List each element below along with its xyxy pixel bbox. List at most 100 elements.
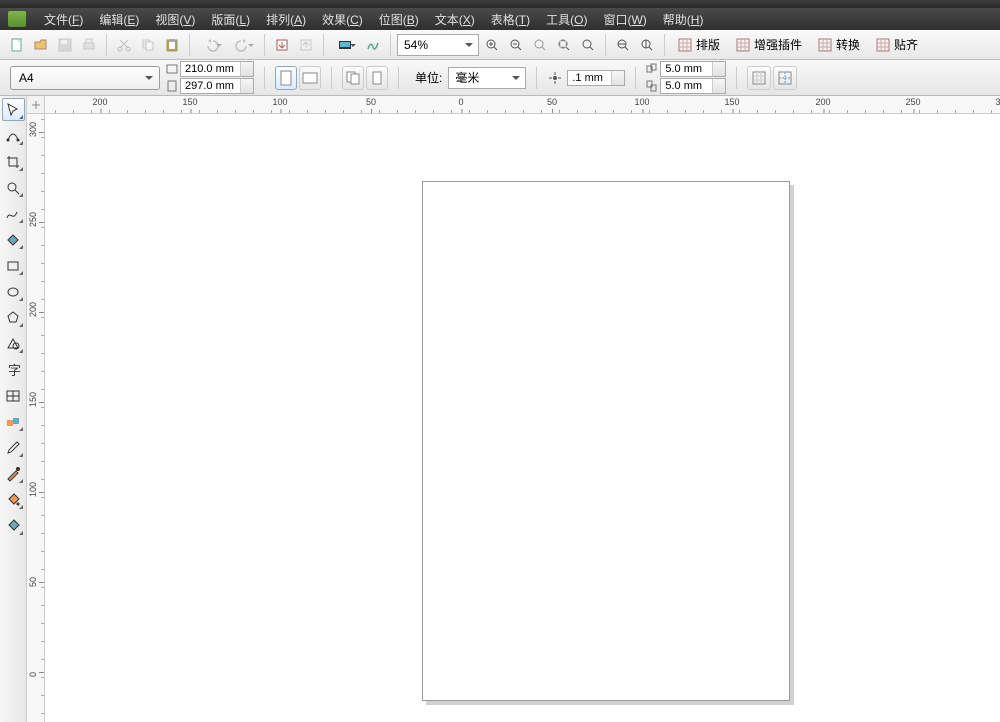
height-icon [166,80,178,92]
fill-tool[interactable] [2,488,25,511]
separator [536,67,537,89]
basic-shapes-tool[interactable] [2,332,25,355]
separator [106,34,107,56]
menu-l[interactable]: 版面(L) [203,9,258,30]
ellipse-tool[interactable] [2,280,25,303]
svg-text:字: 字 [8,363,21,378]
separator [189,34,190,56]
nudge-icon [547,70,563,86]
zoom-page-button[interactable] [577,34,599,56]
menu-h[interactable]: 帮助(H) [655,9,712,30]
apply-all-pages-button[interactable] [342,66,364,90]
menu-a[interactable]: 排列(A) [258,9,314,30]
toolbar-panel-1[interactable]: 增强插件 [729,34,809,56]
welcome-screen-button[interactable] [362,34,384,56]
separator [605,34,606,56]
copy-button [137,34,159,56]
zoom-level-combo[interactable]: 54% [397,34,479,56]
separator [398,67,399,89]
polygon-tool[interactable] [2,306,25,329]
rectangle-tool[interactable] [2,254,25,277]
menu-v[interactable]: 视图(V) [147,9,203,30]
paper-size-value: A4 [19,71,34,85]
menu-c[interactable]: 效果(C) [314,9,371,30]
cut-button [113,34,135,56]
portrait-button[interactable] [275,66,297,90]
zoom-out-button[interactable] [505,34,527,56]
separator [736,67,737,89]
page-dimensions: 210.0 mm 297.0 mm [166,61,254,94]
eyedropper-tool[interactable] [2,436,25,459]
units-value: 毫米 [455,69,479,86]
page [422,181,790,701]
zoom-selection-button[interactable] [529,34,551,56]
toolbar-panel-3[interactable]: 贴齐 [869,34,925,56]
separator [664,34,665,56]
toolbar-panel-2[interactable]: 转换 [811,34,867,56]
zoom-all-button[interactable] [553,34,575,56]
separator [331,67,332,89]
app-logo-icon [8,11,26,27]
table-tool[interactable] [2,384,25,407]
ruler-horizontal[interactable]: 20015010050050100150200250300 [45,96,1000,114]
zoom-tool[interactable] [2,176,25,199]
snap-to-grid-button[interactable] [747,66,771,90]
menu-x[interactable]: 文本(X) [427,9,483,30]
nudge-value: .1 mm [572,72,603,84]
snap-to-guidelines-button[interactable] [773,66,797,90]
launch-app-button[interactable] [330,34,360,56]
dup-x-icon [646,63,658,75]
toolbox: 字 [0,96,27,722]
orientation-group [275,66,321,90]
open-button[interactable] [30,34,52,56]
titlebar [0,0,1000,8]
menu-e[interactable]: 编辑(E) [91,9,147,30]
ruler-vertical[interactable]: 300250200150100500 [27,114,45,722]
shape-tool[interactable] [2,124,25,147]
separator [635,67,636,89]
page-height-value: 297.0 mm [185,80,234,92]
toolbar-panel-0[interactable]: 排版 [671,34,727,56]
interactive-tool[interactable] [2,410,25,433]
text-tool[interactable]: 字 [2,358,25,381]
zoom-in-button[interactable] [481,34,503,56]
page-width-input[interactable]: 210.0 mm [180,61,254,77]
dup-y-value: 5.0 mm [665,80,702,92]
nudge-distance-input[interactable]: .1 mm [567,70,625,86]
canvas-area[interactable]: 20015010050050100150200250300 3002502001… [27,96,1000,722]
export-button [295,34,317,56]
menu-o[interactable]: 工具(O) [538,9,595,30]
pick-tool[interactable] [2,98,25,121]
menubar: 文件(F)编辑(E)视图(V)版面(L)排列(A)效果(C)位图(B)文本(X)… [0,8,1000,30]
zoom-width-button[interactable] [612,34,634,56]
property-bar: A4 210.0 mm 297.0 mm 单位: 毫米 .1 mm 5.0 mm [0,60,1000,96]
dup-x-input[interactable]: 5.0 mm [660,61,726,77]
zoom-height-button[interactable] [636,34,658,56]
menu-t[interactable]: 表格(T) [483,9,538,30]
menu-b[interactable]: 位图(B) [371,9,427,30]
dup-y-input[interactable]: 5.0 mm [660,78,726,94]
ruler-origin[interactable] [27,96,45,114]
import-button[interactable] [271,34,293,56]
units-combo[interactable]: 毫米 [448,67,526,89]
interactive-fill-tool[interactable] [2,514,25,537]
outline-tool[interactable] [2,462,25,485]
paper-size-combo[interactable]: A4 [10,66,160,90]
dup-x-value: 5.0 mm [665,63,702,75]
print-button [78,34,100,56]
crop-tool[interactable] [2,150,25,173]
page-height-input[interactable]: 297.0 mm [180,78,254,94]
menu-w[interactable]: 窗口(W) [595,9,654,30]
standard-toolbar: 54% 排版增强插件转换贴齐 [0,30,1000,60]
dup-y-icon [646,80,658,92]
width-icon [166,63,178,75]
smart-fill-tool[interactable] [2,228,25,251]
new-doc-button[interactable] [6,34,28,56]
apply-current-page-button[interactable] [366,66,388,90]
separator [390,34,391,56]
paste-button[interactable] [161,34,183,56]
menu-f[interactable]: 文件(F) [36,9,91,30]
landscape-button[interactable] [299,66,321,90]
freehand-tool[interactable] [2,202,25,225]
snap-group [747,66,797,90]
